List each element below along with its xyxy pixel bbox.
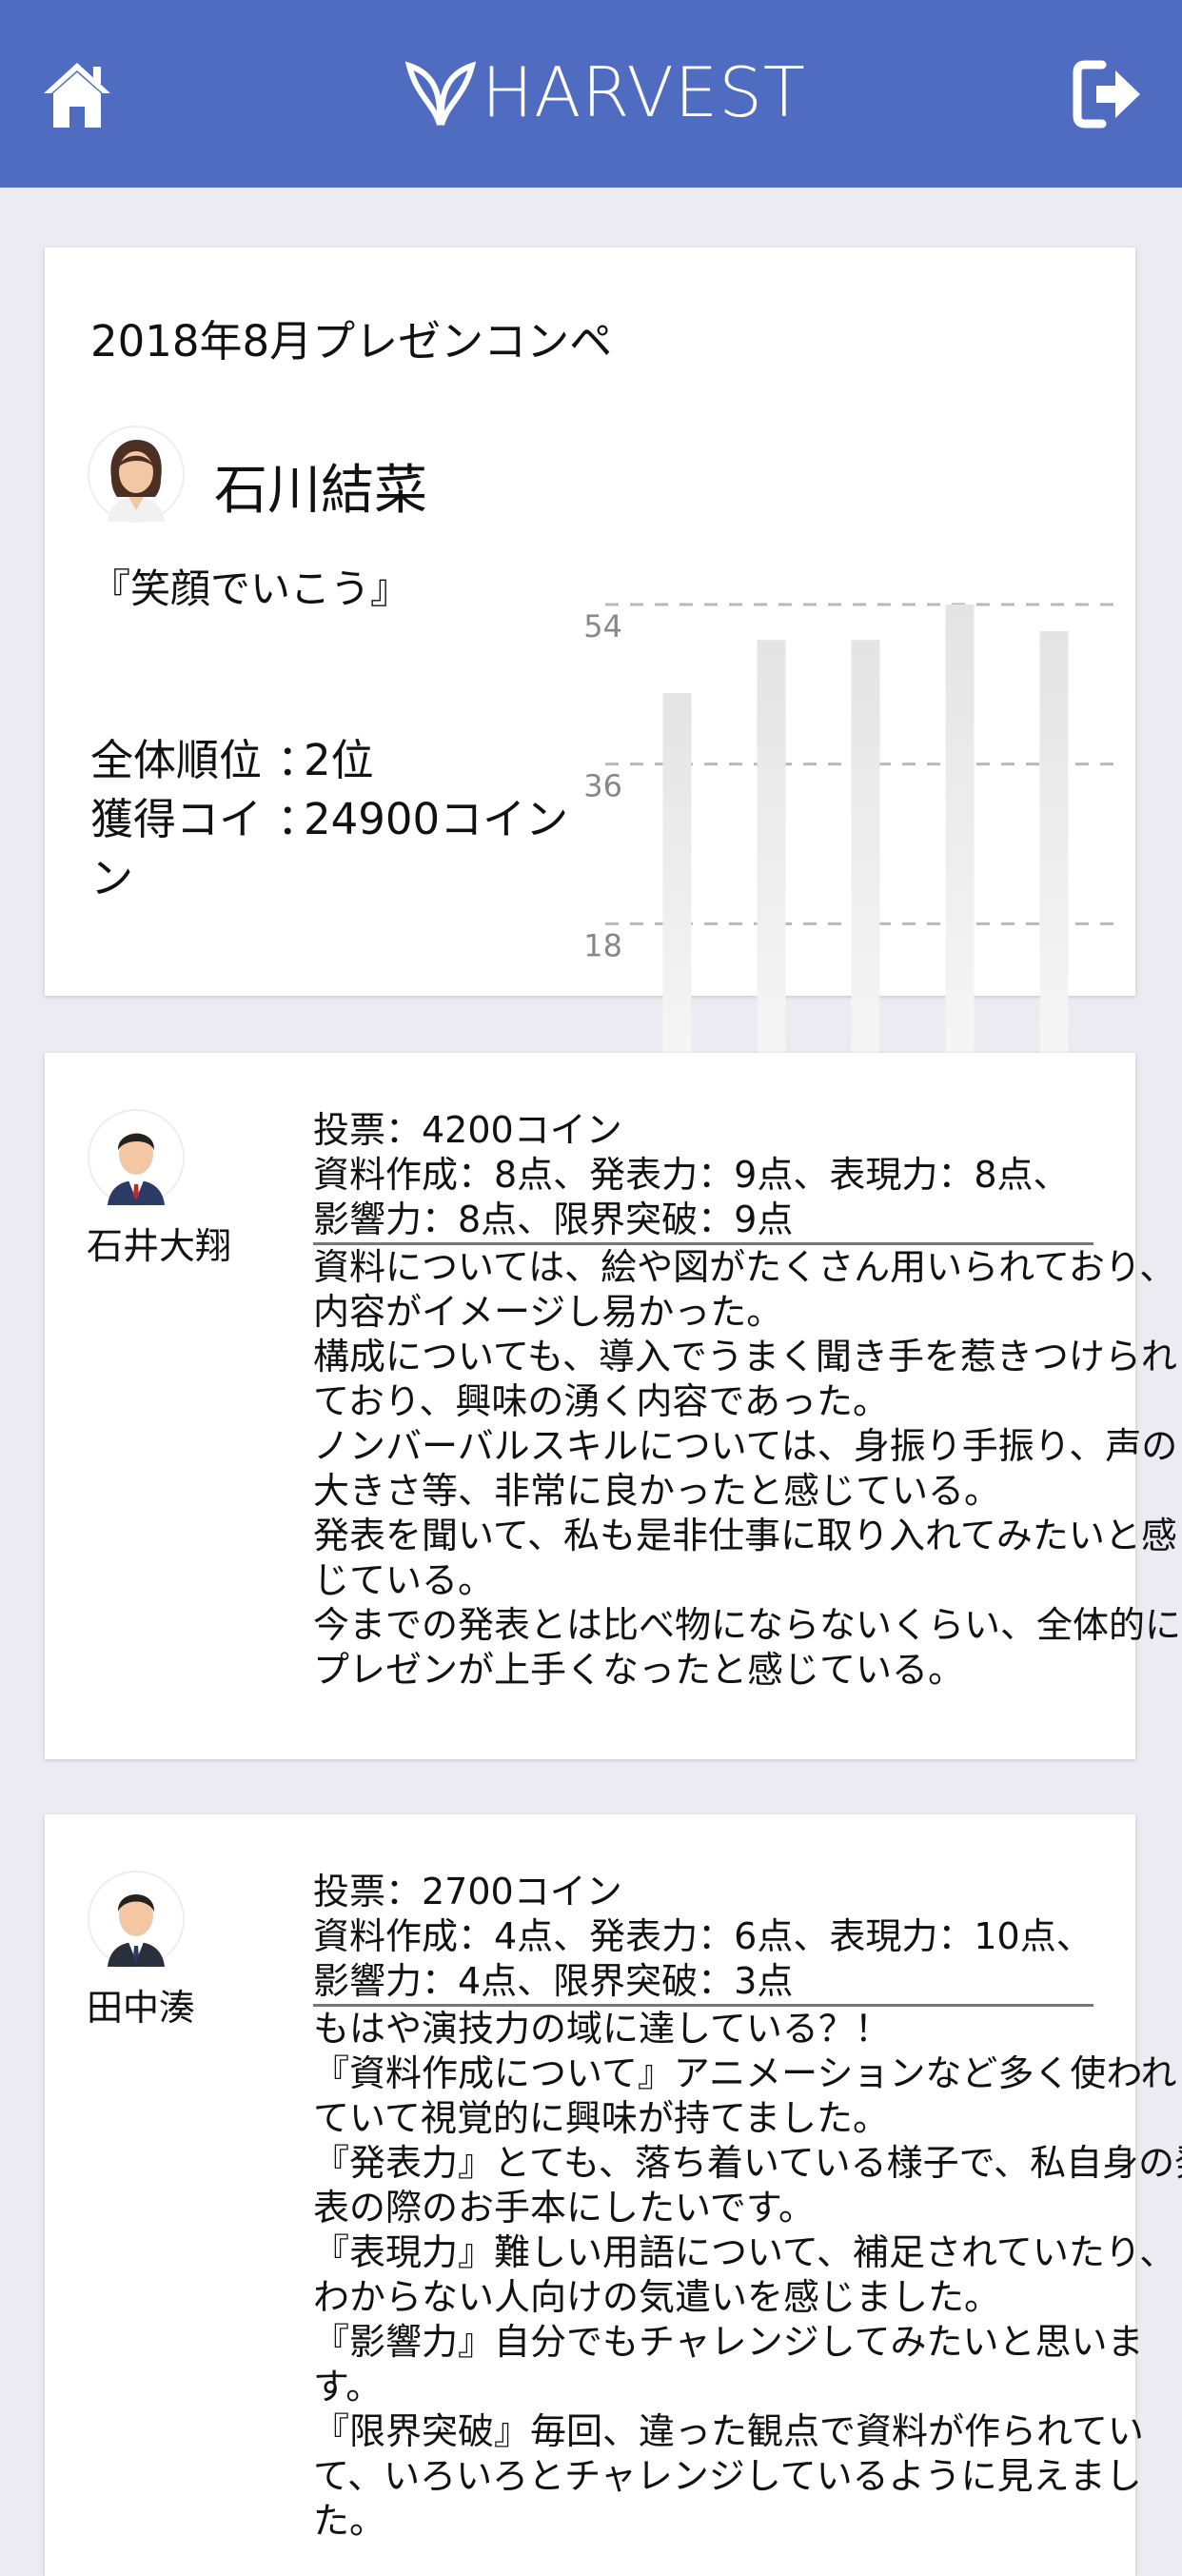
comment-line: 構成についても、導入でうまく聞き手を惹きつけられ [313,1336,1177,1377]
harvest-logo: HARVEST [405,50,806,135]
score-bar-chart: 資料発表表現影響突破183654 [584,603,1122,1128]
scores-line: 影響力：4点、限界突破：3点 [313,1960,794,2002]
y-tick-label: 18 [584,927,622,963]
comment-line: 資料については、絵や図がたくさん用いられており、 [313,1246,1176,1288]
y-tick-label: 54 [584,608,622,644]
review-body: 投票：2700コイン 資料作成：4点、発表力：6点、表現力：10点、 影響力：4… [313,1870,1182,2544]
comment-line: 『資料作成について』アニメーションなど多く使われ [313,2052,1177,2094]
comment-line: て、いろいろとチャレンジしているように見えまし [313,2455,1142,2497]
vote-amount: 投票：4200コイン [313,1109,622,1151]
logout-icon[interactable] [1070,57,1146,131]
presenter-summary-card: 2018年8月プレゼンコンペ 石川結菜 『笑顔でいこう』 全体順位 ： 2位 獲… [45,248,1135,1128]
rank-separator: ： [277,735,321,785]
presenter-motto: 『笑顔でいこう』 [90,565,411,612]
competition-title: 2018年8月プレゼンコンペ [90,316,613,367]
chart-bar [662,693,692,1083]
review-card: 石井大翔 投票：4200コイン 資料作成：8点、発表力：9点、表現力：8点、 影… [45,1053,1182,1759]
coins-value: 24900コイン [304,794,569,844]
comment-line: 大きさ等、非常に良かったと感じている。 [313,1470,1001,1512]
comment-line: 内容がイメージし易かった。 [313,1291,783,1333]
coins-label: 獲得コイン [90,794,263,903]
presenter-name: 石川結菜 [214,460,427,522]
vote-amount: 投票：2700コイン [313,1871,622,1912]
comment-line: た。 [313,2500,386,2542]
presenter-avatar [87,425,186,524]
reviewer-name: 田中湊 [87,1987,196,2029]
leaf-logo-icon [405,61,476,126]
comment-line: 『限界突破』毎回、違った観点で資料が作られてい [313,2410,1144,2452]
chart-bar [945,604,975,1083]
review-card: 田中湊 投票：2700コイン 資料作成：4点、発表力：6点、表現力：10点、 影… [45,1814,1182,2576]
chart-bar [851,640,880,1083]
rank-value: 2位 [304,735,374,785]
comment-line: ており、興味の湧く内容であった。 [313,1380,889,1422]
scores-line: 資料作成：8点、発表力：9点、表現力：8点、 [313,1154,1070,1196]
chart-bar [757,640,786,1083]
reviewer: 石井大翔 [87,1108,239,1269]
comment-line: 今までの発表とは比べ物にならないくらい、全体的に [313,1604,1182,1646]
comment-line: ノンバーバルスキルについては、身振り手振り、声の [313,1425,1178,1467]
comment-line: す。 [313,2366,383,2408]
app-header: HARVEST [0,0,1182,188]
comment-line: 表の際のお手本にしたいです。 [313,2187,816,2229]
home-icon[interactable] [40,57,114,131]
scores-line: 資料作成：4点、発表力：6点、表現力：10点、 [313,1915,1093,1957]
comment-line: 『発表力』とても、落ち着いている様子で、私自身の発 [313,2142,1182,2184]
y-tick-label: 36 [584,768,622,804]
logo-text: HARVEST [482,52,806,132]
rank-label: 全体順位 [90,735,263,785]
review-comment: もはや演技力の域に達している？！ 『資料作成について』アニメーションなど多く使わ… [313,2007,1182,2544]
reviewer-avatar [87,1108,186,1207]
scores-line: 影響力：8点、限界突破：9点 [313,1199,794,1240]
review-comment: 資料については、絵や図がたくさん用いられており、 内容がイメージし易かった。 構… [313,1245,1182,1693]
comment-line: じている。 [313,1559,495,1601]
reviewer-avatar [87,1870,186,1969]
chart-bar [1039,630,1069,1083]
comment-line: 発表を聞いて、私も是非仕事に取り入れてみたいと感 [313,1515,1177,1556]
presenter-stats: 全体順位 ： 2位 獲得コイン ： 24900コイン [90,731,568,908]
review-body: 投票：4200コイン 資料作成：8点、発表力：9点、表現力：8点、 影響力：8点… [313,1108,1182,1693]
rank-row: 全体順位 ： 2位 [90,731,568,790]
comment-line: プレゼンが上手くなったと感じている。 [313,1649,965,1691]
reviewer: 田中湊 [87,1870,239,2031]
comment-line: もはや演技力の域に達している？！ [313,2008,891,2050]
comment-line: 『表現力』難しい用語について、補足されていたり、 [313,2231,1176,2273]
coins-separator: ： [277,794,321,844]
coins-row: 獲得コイン ： 24900コイン [90,790,568,908]
comment-line: わからない人向けの気遣いを感じました。 [313,2276,1001,2318]
reviewer-name: 石井大翔 [87,1225,232,1267]
comment-line: 『影響力』自分でもチャレンジしてみたいと思いま [313,2321,1144,2363]
comment-line: ていて視覚的に興味が持てました。 [313,2097,889,2139]
